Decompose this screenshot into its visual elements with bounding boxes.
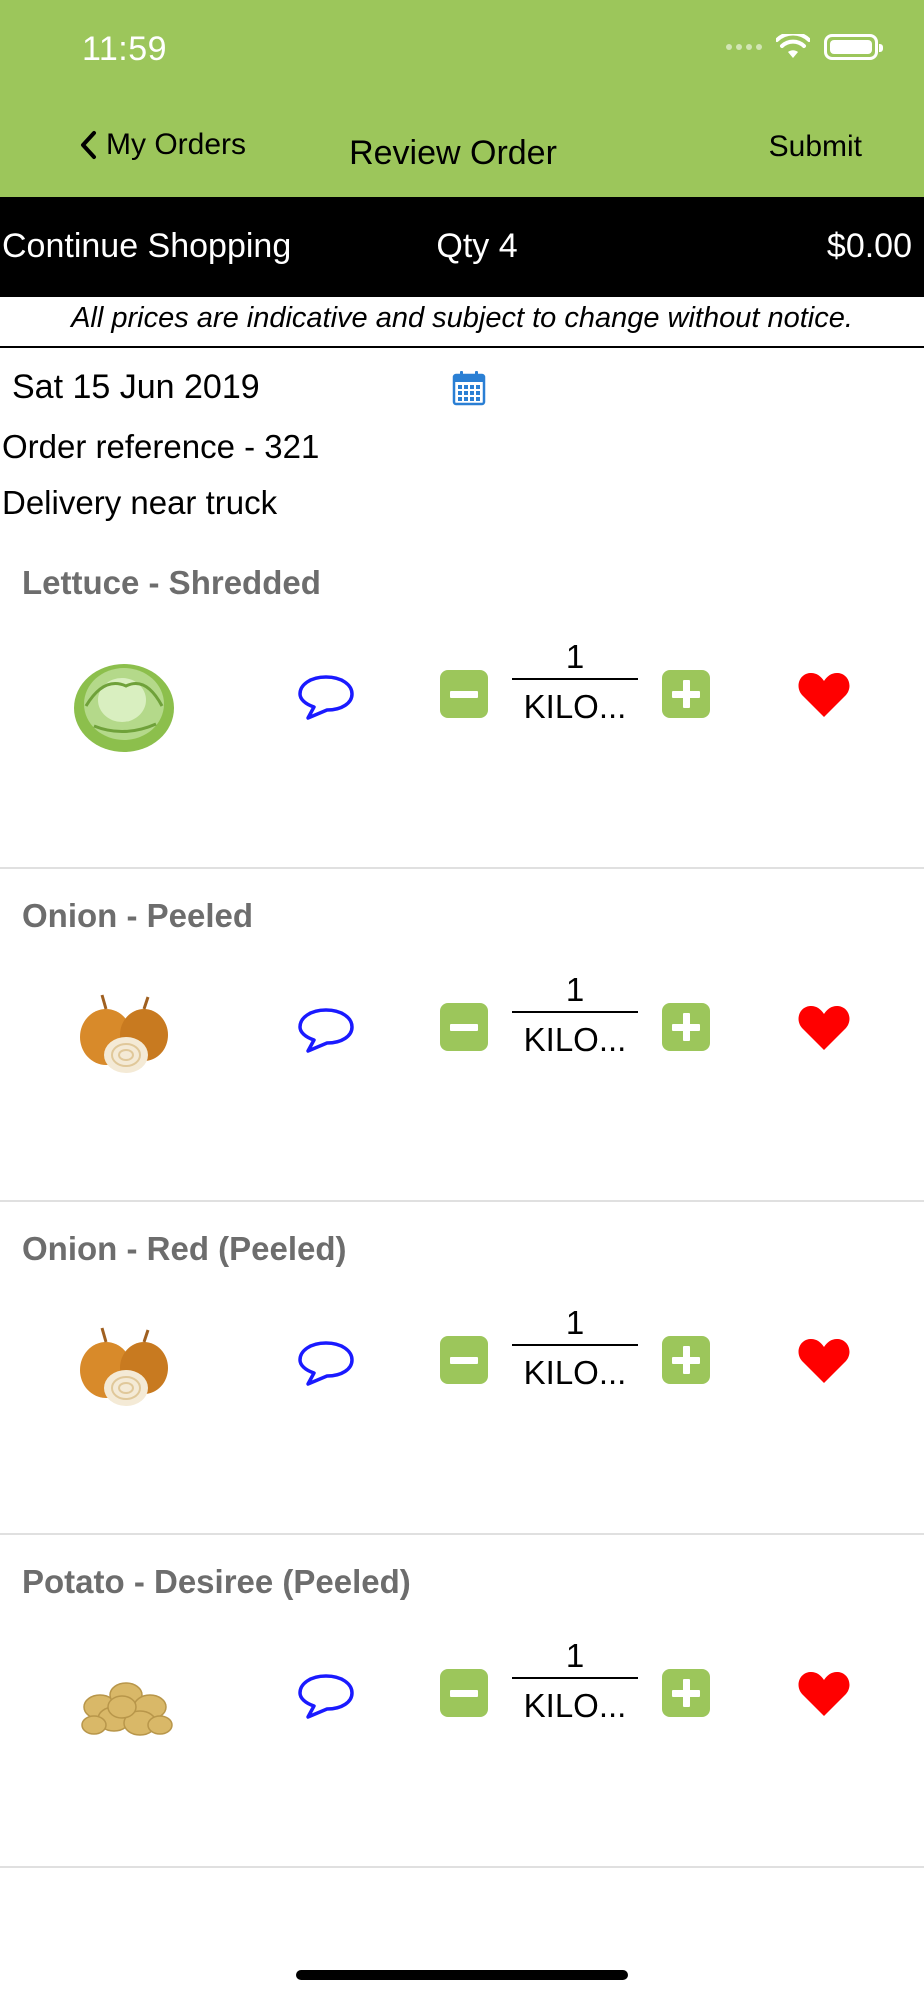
wifi-icon [776,34,810,58]
item-name: Onion - Peeled [22,897,254,934]
order-item-row: Lettuce - Shredded 1 KILO... [0,536,924,869]
order-date: Sat 15 Jun 2019 [12,368,260,406]
price-notice: All prices are indicative and subject to… [0,298,924,348]
speech-bubble-icon[interactable] [296,1338,356,1388]
quantity-value[interactable]: 1 [512,1633,638,1679]
product-image [64,1645,184,1755]
increase-qty-button[interactable] [662,1003,710,1051]
order-item-row: Onion - Red (Peeled) 1 KILO... [0,1202,924,1535]
delivery-note: Delivery near truck [2,484,278,521]
increase-qty-button[interactable] [662,1336,710,1384]
item-name: Potato - Desiree (Peeled) [22,1563,411,1600]
decrease-qty-button[interactable] [440,1669,488,1717]
submit-button[interactable]: Submit [769,130,862,164]
status-time: 11:59 [82,30,168,68]
quantity-display: 1 KILO... [512,1633,638,1731]
decrease-qty-button[interactable] [440,1336,488,1384]
signal-icon [726,44,762,50]
order-item-row: Potato - Desiree (Peeled) 1 KILO... [0,1535,924,1868]
order-reference: Order reference - 321 [2,428,320,465]
speech-bubble-icon[interactable] [296,672,356,722]
decrease-qty-button[interactable] [440,1003,488,1051]
quantity-value[interactable]: 1 [512,634,638,680]
heart-icon[interactable] [796,670,852,720]
order-item-row: Onion - Peeled 1 KILO... [0,869,924,1202]
battery-icon [824,34,883,60]
quantity-unit[interactable]: KILO... [512,1346,638,1398]
heart-icon[interactable] [796,1669,852,1719]
cart-summary-bar: Continue Shopping Qty 4 $0.00 [0,197,924,297]
product-image [64,1312,184,1422]
calendar-icon[interactable] [452,370,486,406]
quantity-value[interactable]: 1 [512,1300,638,1346]
product-image [64,646,184,756]
quantity-display: 1 KILO... [512,967,638,1065]
quantity-display: 1 KILO... [512,1300,638,1398]
increase-qty-button[interactable] [662,1669,710,1717]
decrease-qty-button[interactable] [440,670,488,718]
cart-qty: Qty 4 [436,227,518,265]
home-indicator [296,1970,628,1980]
item-name: Lettuce - Shredded [22,564,321,601]
increase-qty-button[interactable] [662,670,710,718]
speech-bubble-icon[interactable] [296,1671,356,1721]
heart-icon[interactable] [796,1336,852,1386]
quantity-unit[interactable]: KILO... [512,1679,638,1731]
quantity-unit[interactable]: KILO... [512,1013,638,1065]
product-image [64,979,184,1089]
quantity-unit[interactable]: KILO... [512,680,638,732]
cart-total: $0.00 [826,227,912,265]
speech-bubble-icon[interactable] [296,1005,356,1055]
app-header: 11:59 My Orders Review Order Submit [0,0,924,197]
status-icons [726,34,883,60]
heart-icon[interactable] [796,1003,852,1053]
quantity-value[interactable]: 1 [512,967,638,1013]
quantity-display: 1 KILO... [512,634,638,732]
item-name: Onion - Red (Peeled) [22,1230,347,1267]
